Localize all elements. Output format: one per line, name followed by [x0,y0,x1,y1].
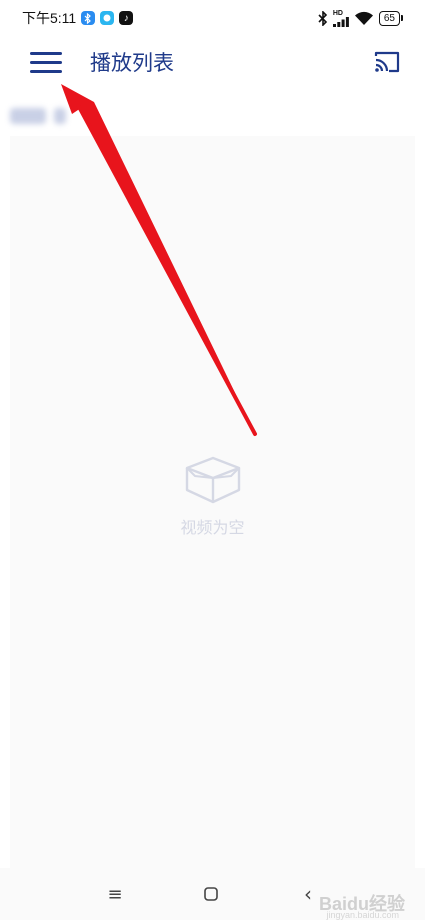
wifi-icon [354,11,373,25]
network-label: HD [332,9,343,17]
status-left: 下午5:11 ♪ [22,8,134,28]
status-bar: 下午5:11 ♪ HD 65 [0,0,425,36]
cast-button[interactable] [367,42,407,82]
nav-menu-icon: ≡ [107,883,123,905]
nav-home-button[interactable] [199,882,223,906]
status-time: 下午5:11 [22,10,77,26]
filter-chips [10,98,415,134]
battery-level: 65 [378,10,400,26]
cast-icon [374,51,400,73]
tiktok-app-icon: ♪ [119,11,134,25]
watermark-url: jingyan.baidu.com [326,910,399,920]
app-screen: 下午5:11 ♪ HD 65 播放列表 视频为空 ≡ ‹ Baidu经验 jin… [0,0,425,920]
chat-app-icon [100,11,115,25]
home-icon [204,887,218,901]
menu-button[interactable] [26,42,66,82]
nav-menu-button[interactable]: ≡ [103,882,127,906]
blurred-chip [10,108,46,124]
menu-icon [30,51,62,55]
blurred-chip [54,108,66,124]
bluetooth-app-icon [81,11,96,25]
empty-state-text: 视频为空 [180,518,245,537]
app-bar: 播放列表 [0,36,425,88]
empty-state: 视频为空 [10,456,415,538]
status-right: HD 65 [318,10,403,27]
back-icon: ‹ [304,882,312,906]
empty-box-icon [185,456,240,504]
page-title: 播放列表 [90,51,174,75]
battery-icon: 65 [378,10,403,26]
bluetooth-icon [318,10,328,26]
video-list: 视频为空 [10,136,415,868]
nav-back-button[interactable]: ‹ [296,882,320,906]
signal-icon: HD [332,9,349,27]
